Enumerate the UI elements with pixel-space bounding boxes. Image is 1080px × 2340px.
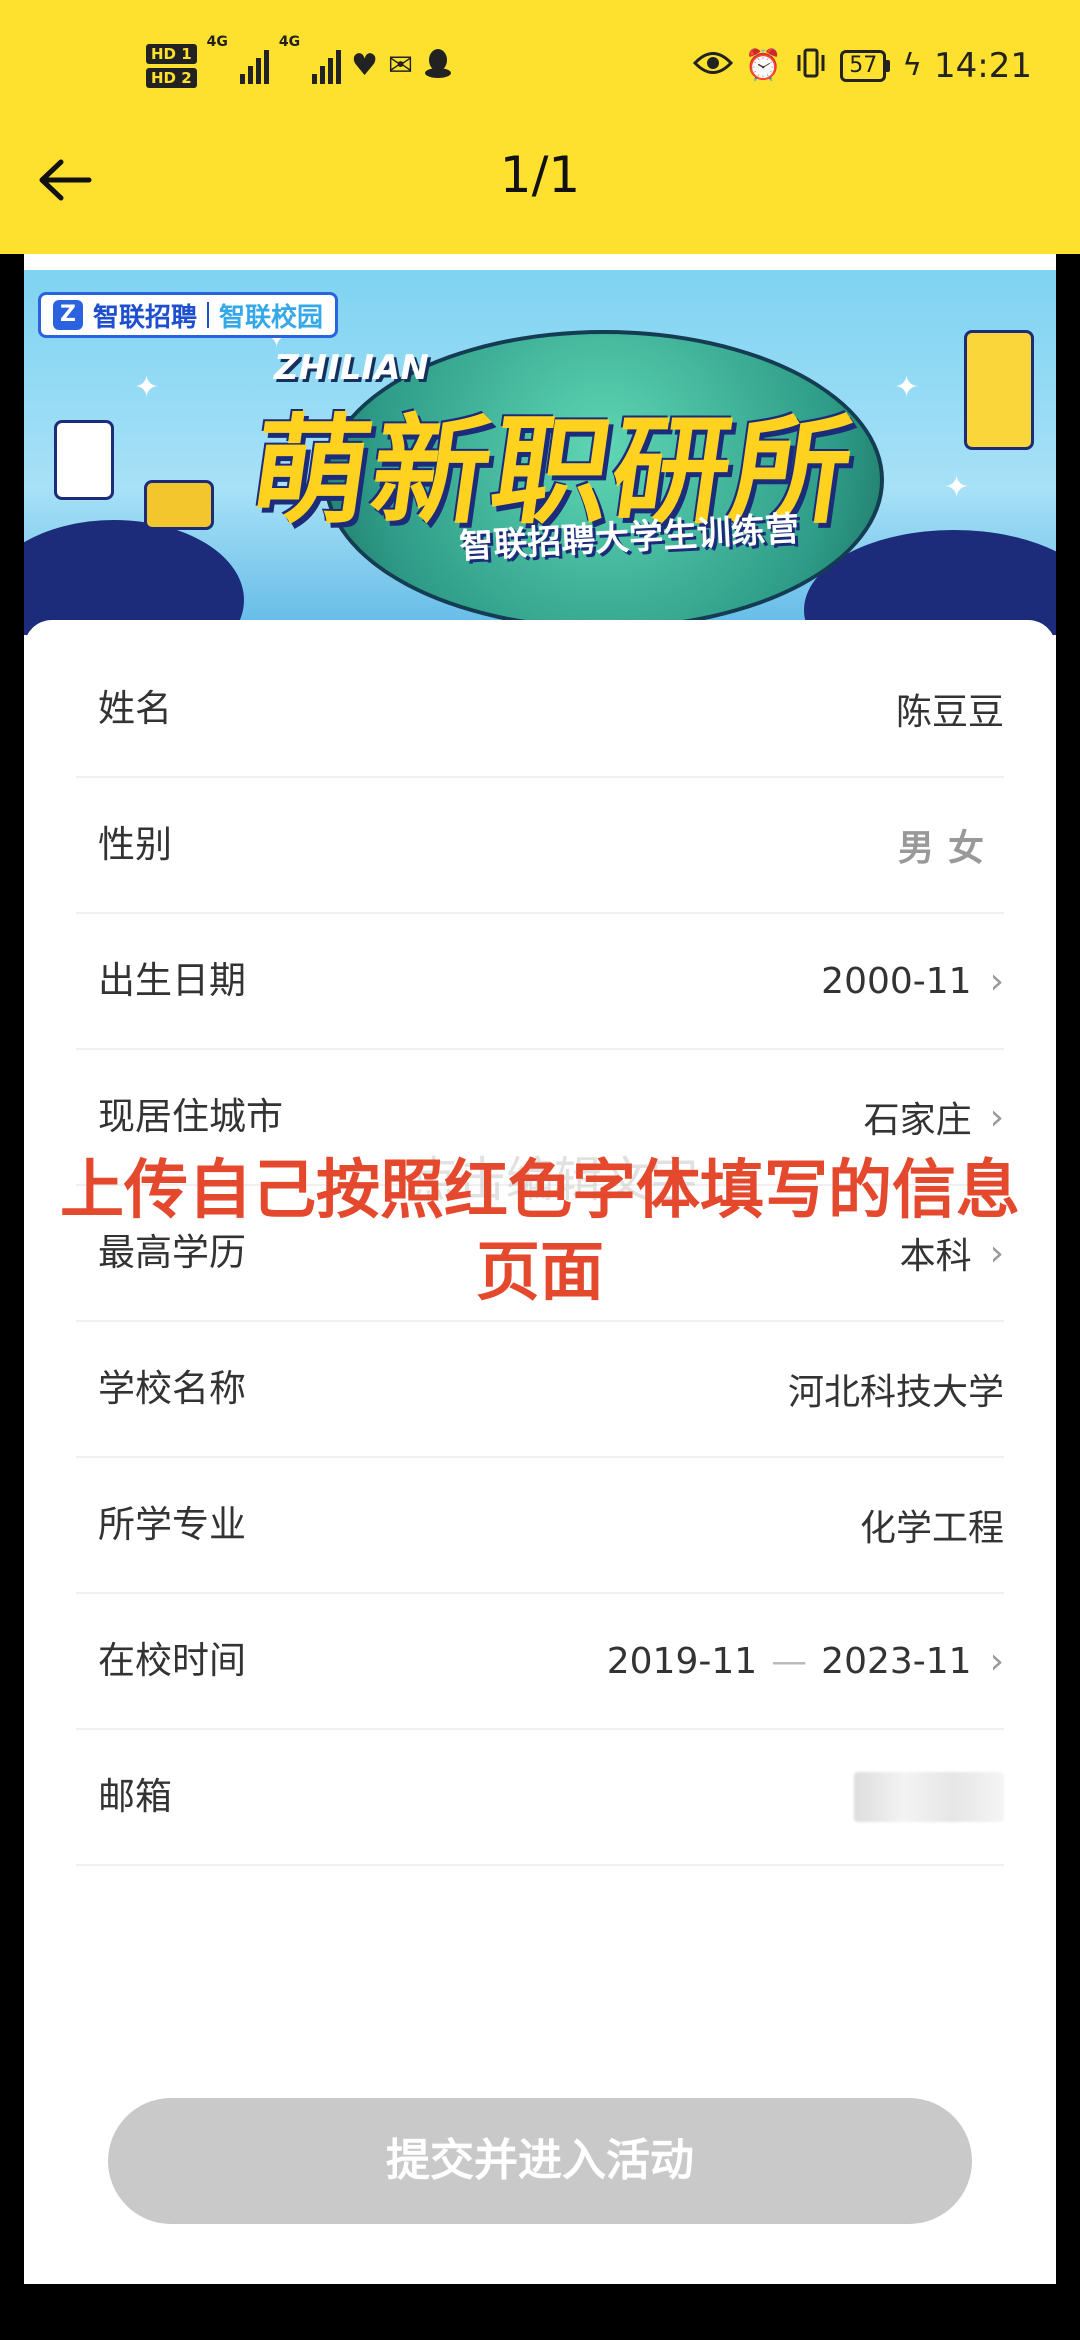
vibrate-icon bbox=[794, 47, 828, 85]
chevron-right-icon: › bbox=[989, 1096, 1004, 1138]
chevron-right-icon: › bbox=[989, 1640, 1004, 1682]
form-row-gender: 性别 男 女 bbox=[76, 778, 1004, 914]
email-value-redacted bbox=[854, 1772, 1004, 1822]
period-separator: — bbox=[771, 1640, 808, 1682]
submit-button[interactable]: 提交并进入活动 bbox=[108, 2098, 972, 2224]
clock: 14:21 bbox=[934, 46, 1032, 86]
brand-sub-name: 智联校园 bbox=[219, 302, 324, 333]
gender-option-male[interactable]: 男 bbox=[898, 819, 934, 871]
chevron-right-icon: › bbox=[989, 960, 1004, 1002]
annotation-line-2: 页面 bbox=[476, 1236, 604, 1310]
row-label: 学校名称 bbox=[98, 1367, 246, 1410]
school-value: 河北科技大学 bbox=[787, 1372, 1004, 1413]
network-type-2: 4G bbox=[278, 34, 301, 50]
promo-banner: ✦ ✦ ✦ ✦ Z 智联招聘 智联校园 ZHILIAN 萌新职研所 智联招聘大学… bbox=[24, 270, 1056, 635]
status-bar: HD 1 HD 2 4G 4G ♥ ✉ ⏰ 57 ϟ 14:21 bbox=[0, 0, 1080, 134]
brand-name: 智联招聘 bbox=[93, 302, 198, 333]
hd1-label: HD 1 bbox=[146, 44, 197, 64]
form-row-school[interactable]: 学校名称 河北科技大学 bbox=[76, 1322, 1004, 1458]
name-value: 陈豆豆 bbox=[895, 692, 1004, 733]
row-label: 性别 bbox=[98, 823, 172, 866]
row-label: 姓名 bbox=[98, 687, 172, 730]
gender-option-female[interactable]: 女 bbox=[948, 819, 984, 871]
battery-level: 57 bbox=[840, 50, 887, 82]
signal-icon bbox=[239, 48, 269, 84]
battery-icon: 57 bbox=[840, 50, 891, 82]
eye-icon bbox=[692, 50, 733, 82]
alarm-icon: ⏰ bbox=[744, 48, 783, 83]
form-row-school-period[interactable]: 在校时间 2019-11 — 2023-11 › bbox=[76, 1594, 1004, 1730]
form-row-name[interactable]: 姓名 陈豆豆 bbox=[76, 642, 1004, 778]
hd-indicator: HD 1 HD 2 bbox=[146, 44, 197, 88]
annotation-overlay: 上传自己按照红色字体填写的信息 页面 bbox=[24, 1150, 1056, 1314]
birthdate-value: 2000-11 bbox=[821, 960, 972, 1002]
zhilian-logo-icon: Z bbox=[53, 300, 83, 330]
top-bar: HD 1 HD 2 4G 4G ♥ ✉ ⏰ 57 ϟ 14:21 1/1 bbox=[0, 0, 1080, 254]
period-end-value[interactable]: 2023-11 bbox=[821, 1641, 971, 1682]
brand-logo: Z 智联招聘 智联校园 bbox=[38, 292, 339, 338]
charging-icon: ϟ bbox=[902, 48, 923, 83]
qq-penguin-icon bbox=[423, 47, 453, 85]
row-label: 所学专业 bbox=[98, 1503, 246, 1546]
row-label: 邮箱 bbox=[98, 1775, 172, 1818]
page-counter: 1/1 bbox=[499, 146, 581, 204]
city-value: 石家庄 bbox=[863, 1100, 972, 1141]
form-row-major[interactable]: 所学专业 化学工程 bbox=[76, 1458, 1004, 1594]
period-start-value[interactable]: 2019-11 bbox=[607, 1641, 757, 1682]
row-label: 出生日期 bbox=[98, 959, 246, 1002]
annotation-line-1: 上传自己按照红色字体填写的信息 bbox=[60, 1154, 1020, 1228]
health-heart-icon: ♥ bbox=[351, 48, 379, 83]
network-type-1: 4G bbox=[206, 34, 228, 50]
form-row-birthdate[interactable]: 出生日期 2000-11 › bbox=[76, 914, 1004, 1050]
mail-icon: ✉ bbox=[388, 48, 414, 83]
major-value: 化学工程 bbox=[859, 1508, 1004, 1549]
signal-icon-2 bbox=[312, 48, 342, 84]
hd2-label: HD 2 bbox=[146, 68, 197, 88]
form-row-email[interactable]: 邮箱 bbox=[76, 1730, 1004, 1866]
row-label: 在校时间 bbox=[98, 1639, 246, 1682]
